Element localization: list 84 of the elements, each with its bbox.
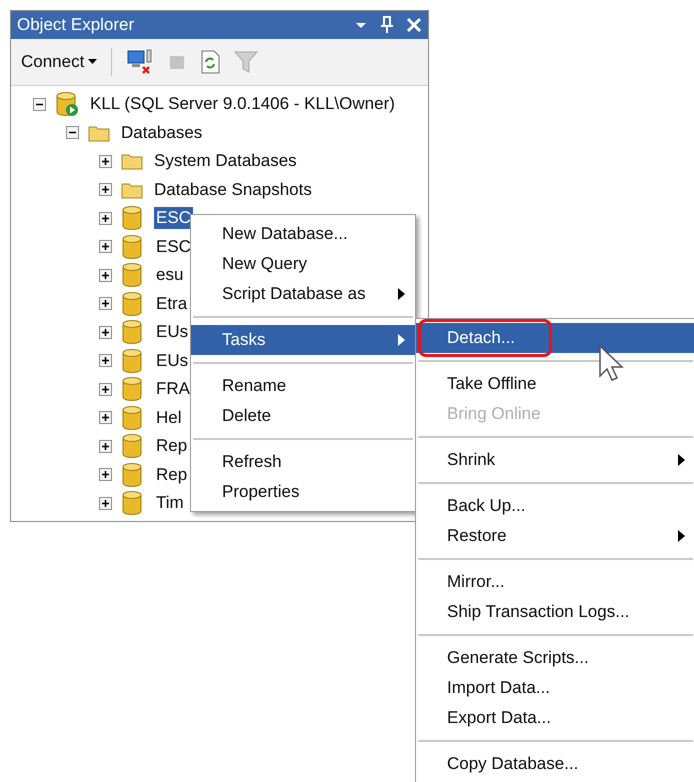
menu-item-label: Bring Online — [447, 403, 542, 426]
connect-button[interactable]: Connect — [21, 49, 98, 75]
expand-icon[interactable] — [99, 326, 112, 339]
menu-item[interactable]: Restore — [416, 521, 694, 551]
menu-item[interactable]: Import Data... — [416, 673, 694, 703]
submenu-arrow-icon — [678, 454, 685, 466]
menu-item-label: Delete — [222, 405, 272, 428]
folder-icon — [121, 152, 143, 170]
server-database-icon — [55, 91, 79, 118]
menu-item[interactable]: Ship Transaction Logs... — [416, 597, 694, 627]
menu-item-label: Restore — [447, 525, 508, 548]
collapse-icon[interactable] — [66, 126, 79, 140]
submenu-arrow-icon — [678, 530, 685, 542]
submenu-arrow-icon — [398, 288, 405, 300]
menu-item[interactable]: Export Data... — [416, 703, 694, 733]
expand-icon[interactable] — [99, 468, 112, 482]
menu-item-label: Take Offline — [447, 373, 538, 396]
expand-icon[interactable] — [99, 268, 112, 282]
expand-icon[interactable] — [99, 154, 112, 168]
menu-item-label: Mirror... — [447, 571, 506, 594]
menu-item-label: Detach... — [447, 327, 516, 350]
menu-item-label: Rename — [222, 375, 288, 398]
menu-item-label: Generate Scripts... — [447, 647, 590, 670]
submenu-arrow-icon — [398, 334, 405, 346]
tree-node-label[interactable]: Rep — [154, 464, 190, 486]
expand-icon[interactable] — [99, 297, 112, 310]
tree-node-label[interactable]: FRA — [154, 378, 192, 400]
menu-item-label: Copy Database... — [447, 753, 580, 776]
menu-item-label: Ship Transaction Logs... — [447, 601, 630, 624]
tree-node-label[interactable]: esu — [154, 264, 186, 286]
menu-item-label: Export Data... — [447, 707, 552, 730]
menu-item[interactable]: Take Offline — [416, 369, 694, 399]
refresh-icon[interactable] — [200, 50, 220, 74]
expand-icon[interactable] — [99, 496, 112, 510]
menu-item[interactable]: Rename — [191, 371, 415, 401]
tree-node-label[interactable]: EUs — [154, 321, 190, 344]
menu-item[interactable]: Copy Database... — [416, 749, 694, 779]
expand-icon[interactable] — [99, 183, 112, 196]
tree-node-label[interactable]: Etra — [154, 292, 190, 315]
tree-node-label[interactable]: System Databases — [152, 150, 299, 172]
tree-node-label[interactable]: ESC — [154, 207, 193, 230]
menu-item-label: New Database... — [222, 223, 349, 246]
menu-item[interactable]: New Query — [191, 249, 415, 279]
folder-icon — [88, 124, 110, 142]
menu-item-label: Back Up... — [447, 495, 526, 518]
expand-icon[interactable] — [99, 440, 112, 453]
pin-icon[interactable] — [380, 16, 394, 34]
menu-item-label: Tasks — [222, 329, 266, 352]
expand-icon[interactable] — [99, 354, 112, 368]
tree-node-label[interactable]: Databases — [119, 122, 204, 144]
close-icon[interactable] — [406, 17, 422, 33]
menu-item-label: Properties — [222, 481, 300, 504]
collapse-icon[interactable] — [33, 98, 46, 111]
menu-item[interactable]: New Database... — [191, 219, 415, 249]
menu-item[interactable]: Tasks — [191, 325, 415, 355]
tree-node-label[interactable]: Database Snapshots — [152, 178, 314, 201]
menu-item-label: Shrink — [447, 449, 496, 472]
dropdown-icon[interactable] — [354, 20, 368, 30]
expand-icon[interactable] — [99, 240, 112, 254]
tree-node-label[interactable]: Tim — [154, 492, 186, 514]
tree-node-label[interactable]: Hel — [154, 406, 184, 429]
disconnect-icon[interactable] — [126, 49, 154, 75]
menu-item[interactable]: Generate Scripts... — [416, 643, 694, 673]
menu-item[interactable]: Properties — [191, 477, 415, 507]
menu-item[interactable]: Shrink — [416, 445, 694, 475]
menu-item[interactable]: Script Database as — [191, 279, 415, 309]
expand-icon[interactable] — [99, 382, 112, 396]
caret-icon — [88, 59, 98, 65]
menu-item-label: Import Data... — [447, 677, 551, 700]
tree-node-label[interactable]: Rep — [154, 435, 190, 458]
menu-item-label: Refresh — [222, 451, 283, 474]
panel-title: Object Explorer — [17, 14, 136, 36]
folder-icon — [121, 180, 143, 199]
menu-item[interactable]: Delete — [191, 401, 415, 431]
tree-node-label[interactable]: EUs — [154, 350, 190, 372]
menu-item[interactable]: Back Up... — [416, 491, 694, 521]
tree-node-label[interactable]: KLL (SQL Server 9.0.1406 - KLL\Owner) — [88, 93, 397, 116]
menu-item-label: Script Database as — [222, 283, 367, 306]
expand-icon[interactable] — [99, 411, 112, 424]
tree-node-label[interactable]: ESC — [154, 236, 193, 258]
menu-item-label: New Query — [222, 253, 308, 276]
expand-icon[interactable] — [99, 212, 112, 225]
menu-item[interactable]: Mirror... — [416, 567, 694, 597]
menu-item[interactable]: Refresh — [191, 447, 415, 477]
